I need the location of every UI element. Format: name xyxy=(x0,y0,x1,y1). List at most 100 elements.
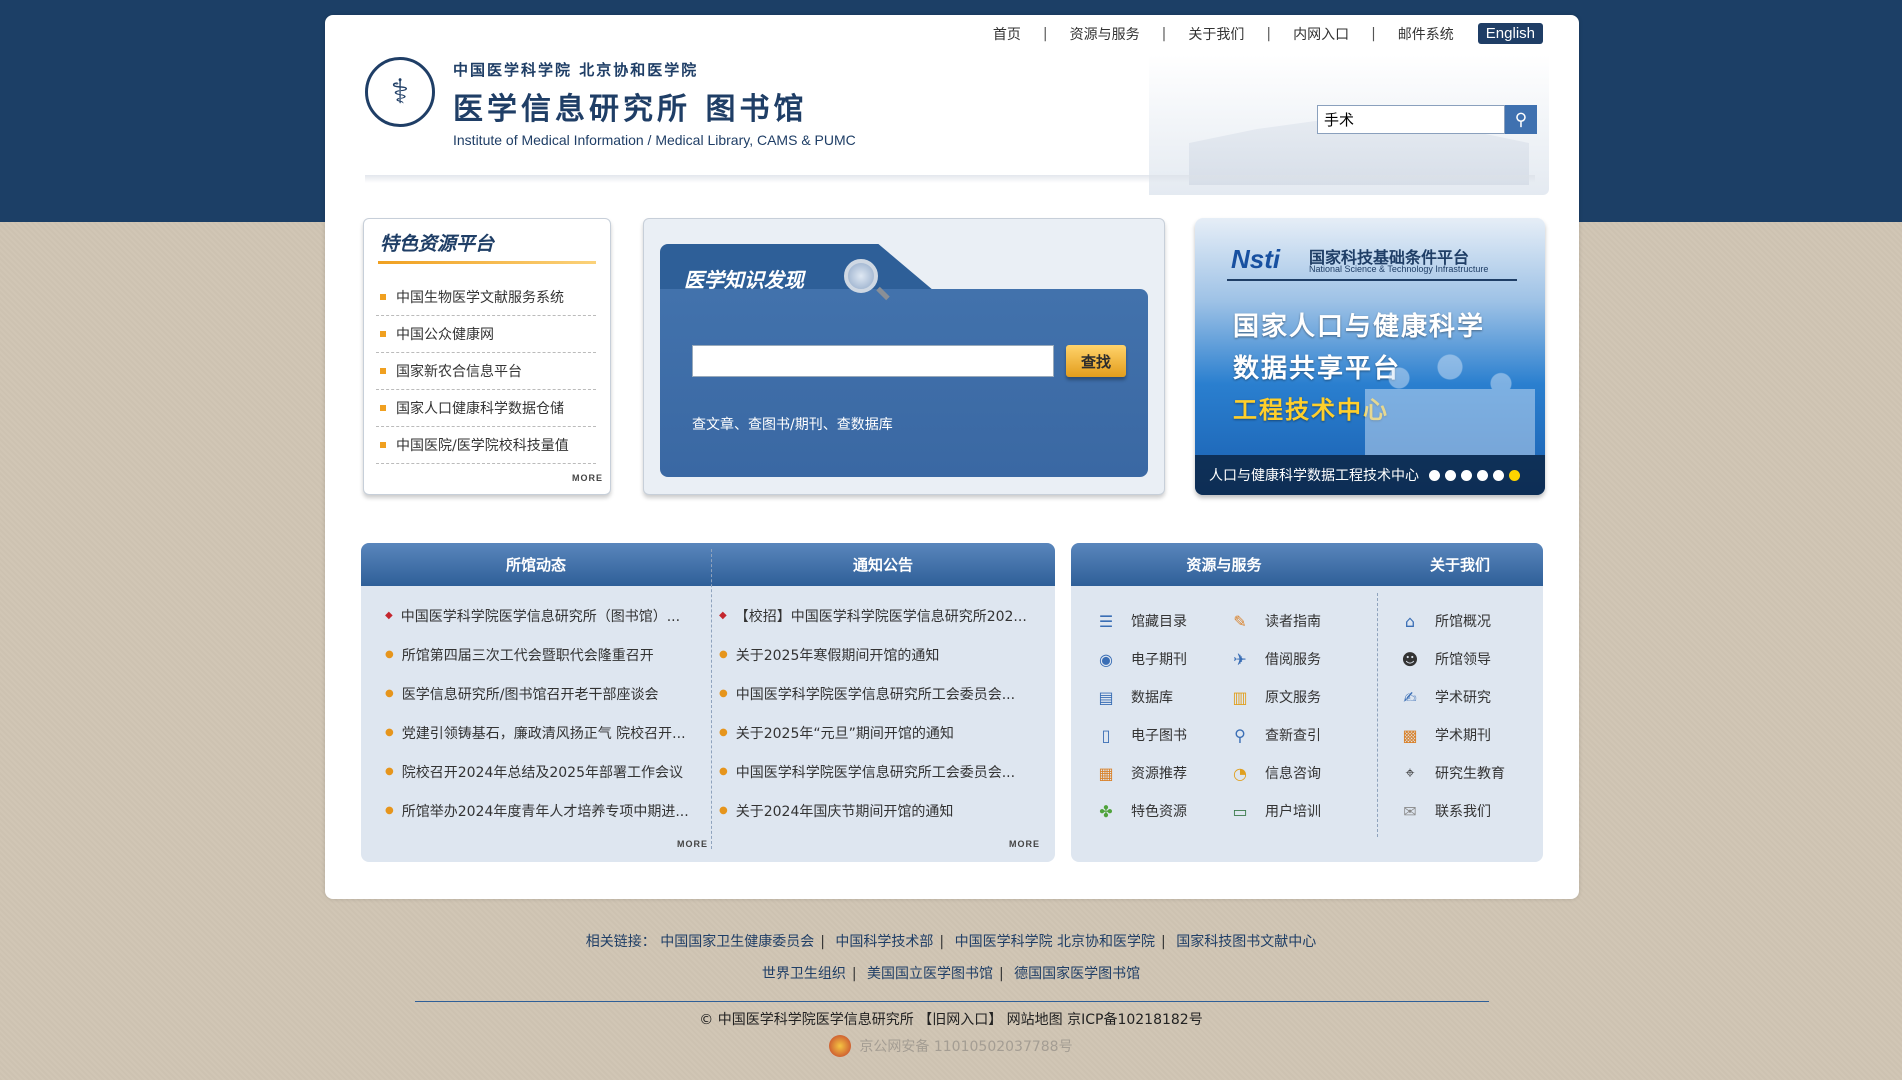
main-container: 首页 | 资源与服务 | 关于我们 | 内网入口 | 邮件系统 English … xyxy=(325,15,1579,899)
service-catalog[interactable]: ☰ 馆藏目录 xyxy=(1095,609,1187,633)
about-journals[interactable]: ▩ 学术期刊 xyxy=(1399,723,1491,747)
list-item[interactable]: 国家人口健康科学数据仓储 xyxy=(376,390,596,427)
service-recommend[interactable]: ▦ 资源推荐 xyxy=(1095,761,1187,785)
list-item[interactable]: 中国医院/医学院校科技量值 xyxy=(376,427,596,464)
footer-link-nhc[interactable]: 中国国家卫生健康委员会 xyxy=(660,934,814,950)
list-item[interactable]: ● 医学信息研究所/图书馆召开老干部座谈会 xyxy=(385,674,701,713)
service-reader-guide[interactable]: ✎ 读者指南 xyxy=(1229,609,1321,633)
service-novelty-search[interactable]: ⚲ 查新查引 xyxy=(1229,723,1321,747)
list-item[interactable]: ● 关于2024年国庆节期间开馆的通知 xyxy=(719,791,1043,830)
list-item[interactable]: ● 关于2025年寒假期间开馆的通知 xyxy=(719,635,1043,674)
list-item[interactable]: ◆ 中国医学科学院医学信息研究所（图书馆）... xyxy=(385,596,701,635)
tab-notices[interactable]: 通知公告 xyxy=(711,543,1055,586)
footer-related-links-2: 世界卫生组织 | 美国国立医学图书馆 | 德国国家医学图书馆 xyxy=(761,966,1141,982)
nav-about[interactable]: 关于我们 xyxy=(1178,24,1254,44)
journal-icon: ▩ xyxy=(1402,725,1418,745)
footer-copyright: © 中国医学科学院医学信息研究所 【旧网入口】 网站地图 京ICP备102181… xyxy=(699,1012,1203,1028)
top-nav: 首页 | 资源与服务 | 关于我们 | 内网入口 | 邮件系统 English xyxy=(983,23,1543,44)
find-button[interactable]: 查找 xyxy=(1066,345,1126,377)
nav-intranet[interactable]: 内网入口 xyxy=(1283,24,1359,44)
monitor-icon: ▭ xyxy=(1232,801,1248,821)
featured-more-link[interactable]: MORE xyxy=(572,473,603,483)
footer-link-most[interactable]: 中国科学技术部 xyxy=(835,934,933,950)
footer-police-record: 京公网安备 11010502037788号 xyxy=(0,1035,1902,1057)
list-item[interactable]: ● 党建引领铸基石，廉政清风扬正气 院校召开... xyxy=(385,713,701,752)
slide-dot-4[interactable] xyxy=(1477,469,1488,481)
service-fulltext[interactable]: ▥ 原文服务 xyxy=(1229,685,1321,709)
nav-home[interactable]: 首页 xyxy=(983,24,1031,44)
service-consult[interactable]: ◔ 信息咨询 xyxy=(1229,761,1321,785)
footer-link-zbmed[interactable]: 德国国家医学图书馆 xyxy=(1014,966,1140,982)
footer-link-nstl[interactable]: 国家科技图书文献中心 xyxy=(1176,934,1316,950)
banner-slideshow[interactable]: Nsti 国家科技基础条件平台 National Science & Techn… xyxy=(1195,218,1545,495)
tab-news[interactable]: 所馆动态 xyxy=(361,543,711,586)
globe-icon: ◉ xyxy=(1099,649,1113,669)
services-panel: 资源与服务 关于我们 ☰ 馆藏目录 ◉ 电子期刊 ▤ 数据库 ▯ 电子图书 ▦ 资源推荐 … xyxy=(1071,543,1543,862)
service-ejournals[interactable]: ◉ 电子期刊 xyxy=(1095,647,1187,671)
service-ebooks[interactable]: ▯ 电子图书 xyxy=(1095,723,1187,747)
list-item[interactable]: 中国公众健康网 xyxy=(376,316,596,353)
notices-more-link[interactable]: MORE xyxy=(1009,839,1040,849)
slide-dots xyxy=(1429,469,1525,481)
about-contact[interactable]: ✉ 联系我们 xyxy=(1399,799,1491,823)
search-icon: ⚲ xyxy=(1234,725,1246,745)
about-leaders[interactable]: ☻ 所馆领导 xyxy=(1399,647,1491,671)
search-icon[interactable]: ⚲ xyxy=(1505,105,1537,134)
news-list: ◆ 中国医学科学院医学信息研究所（图书馆）... ● 所馆第四届三次工代会暨职代会隆… xyxy=(385,596,701,830)
title-line2: 医学信息研究所 图书馆 xyxy=(453,92,808,127)
about-research[interactable]: ✍ 学术研究 xyxy=(1399,685,1491,709)
service-database[interactable]: ▤ 数据库 xyxy=(1095,685,1173,709)
discovery-search-input[interactable] xyxy=(692,345,1054,377)
footer-related-links: 相关链接： 中国国家卫生健康委员会 | 中国科学技术部 | 中国医学科学院 北京协和… xyxy=(585,934,1317,950)
list-item[interactable]: ◆ 【校招】中国医学科学院医学信息研究所202... xyxy=(719,596,1043,635)
about-title[interactable]: 关于我们 xyxy=(1377,543,1543,586)
chat-icon: ◔ xyxy=(1233,763,1247,783)
discovery-hint: 查文章、查图书/期刊、查数据库 xyxy=(692,417,893,433)
service-special[interactable]: ✤ 特色资源 xyxy=(1095,799,1187,823)
site-title: 中国医学科学院 北京协和医学院 医学信息研究所 图书馆 Institute of… xyxy=(453,59,856,148)
slide-dot-5[interactable] xyxy=(1493,469,1504,481)
list-item[interactable]: ● 中国医学科学院医学信息研究所工会委员会... xyxy=(719,752,1043,791)
featured-list: 中国生物医学文献服务系统 中国公众健康网 国家新农合信息平台 国家人口健康科学数… xyxy=(376,279,596,464)
institute-logo-icon: ⚕ xyxy=(365,57,435,127)
featured-resources-panel: 特色资源平台 中国生物医学文献服务系统 中国公众健康网 国家新农合信息平台 国家… xyxy=(363,218,611,495)
list-item[interactable]: ● 关于2025年“元旦”期间开馆的通知 xyxy=(719,713,1043,752)
english-button[interactable]: English xyxy=(1477,23,1543,44)
slide-dot-1[interactable] xyxy=(1429,469,1440,481)
about-overview[interactable]: ⌂ 所馆概况 xyxy=(1399,609,1491,633)
list-item[interactable]: ● 所馆第四届三次工代会暨职代会隆重召开 xyxy=(385,635,701,674)
about-graduate[interactable]: ⌖ 研究生教育 xyxy=(1399,761,1505,785)
service-borrow[interactable]: ✈ 借阅服务 xyxy=(1229,647,1321,671)
nav-resources[interactable]: 资源与服务 xyxy=(1060,24,1150,44)
slide-dot-2[interactable] xyxy=(1445,469,1456,481)
pen-icon: ✍ xyxy=(1403,687,1417,707)
database-icon: ▤ xyxy=(1098,687,1114,707)
list-item[interactable]: 中国生物医学文献服务系统 xyxy=(376,279,596,316)
slide-dot-3[interactable] xyxy=(1461,469,1472,481)
plane-icon: ✈ xyxy=(1233,649,1247,669)
news-more-link[interactable]: MORE xyxy=(677,839,708,849)
list-icon: ☰ xyxy=(1098,611,1114,631)
services-title[interactable]: 资源与服务 xyxy=(1071,543,1377,586)
list-item[interactable]: ● 所馆举办2024年度青年人才培养专项中期进... xyxy=(385,791,701,830)
footer-link-who[interactable]: 世界卫生组织 xyxy=(762,966,846,982)
list-item[interactable]: ● 中国医学科学院医学信息研究所工会委员会... xyxy=(719,674,1043,713)
book-icon: ▯ xyxy=(1101,725,1111,745)
nav-mail[interactable]: 邮件系统 xyxy=(1388,24,1464,44)
service-training[interactable]: ▭ 用户培训 xyxy=(1229,799,1321,823)
list-item[interactable]: 国家新农合信息平台 xyxy=(376,353,596,390)
notices-list: ◆ 【校招】中国医学科学院医学信息研究所202... ● 关于2025年寒假期间开馆… xyxy=(719,596,1043,830)
magnifier-icon xyxy=(844,259,878,293)
header-search: ⚲ xyxy=(1317,105,1537,134)
slide-dot-6[interactable] xyxy=(1509,469,1520,481)
footer-link-nlm[interactable]: 美国国立医学图书馆 xyxy=(867,966,993,982)
banner-org-en: National Science & Technology Infrastruc… xyxy=(1309,264,1489,274)
banner-caption: 人口与健康科学数据工程技术中心 xyxy=(1195,455,1545,495)
police-badge-icon xyxy=(829,1035,852,1057)
footer-link-cams[interactable]: 中国医学科学院 北京协和医学院 xyxy=(955,934,1155,950)
list-item[interactable]: ● 院校召开2024年总结及2025年部署工作会议 xyxy=(385,752,701,791)
guide-icon: ✎ xyxy=(1233,611,1247,631)
contact-icon: ✉ xyxy=(1403,801,1417,821)
header-search-input[interactable] xyxy=(1317,105,1505,134)
footer-divider xyxy=(415,1001,1489,1002)
